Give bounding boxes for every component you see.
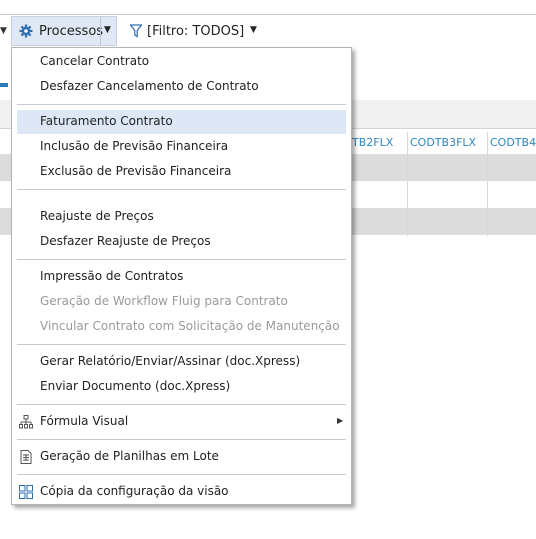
funnel-icon xyxy=(130,24,142,38)
top-strip xyxy=(0,0,536,15)
menu-item-inclusao-previsao[interactable]: Inclusão de Previsão Financeira xyxy=(17,135,346,159)
accent-mark xyxy=(0,83,8,87)
menu-item-formula-visual[interactable]: Fórmula Visual ▶ xyxy=(17,410,346,434)
menu-item-label: Gerar Relatório/Enviar/Assinar (doc.Xpre… xyxy=(40,354,301,368)
menu-item-label: Inclusão de Previsão Financeira xyxy=(40,139,229,153)
menu-item-desfazer-reajuste[interactable]: Desfazer Reajuste de Preços xyxy=(17,230,346,254)
menu-separator xyxy=(17,189,346,190)
menu-item-gerar-relatorio[interactable]: Gerar Relatório/Enviar/Assinar (doc.Xpre… xyxy=(17,350,346,374)
menu-item-enviar-documento[interactable]: Enviar Documento (doc.Xpress) xyxy=(17,375,346,399)
menu-item-faturamento-contrato[interactable]: Faturamento Contrato xyxy=(17,110,346,134)
menu-item-desfazer-cancelamento[interactable]: Desfazer Cancelamento de Contrato xyxy=(17,75,346,99)
menu-item-label: Faturamento Contrato xyxy=(40,114,173,128)
processos-menu: Cancelar Contrato Desfazer Cancelamento … xyxy=(11,47,352,505)
menu-item-label: Desfazer Reajuste de Preços xyxy=(40,234,211,248)
menu-item-copia-configuracao[interactable]: Cópia da configuração da visão xyxy=(17,480,346,504)
menu-item-label: Desfazer Cancelamento de Contrato xyxy=(40,79,259,93)
menu-separator xyxy=(17,104,346,105)
grid-copy-icon xyxy=(19,485,33,499)
menu-item-exclusao-previsao[interactable]: Exclusão de Previsão Financeira xyxy=(17,160,346,184)
menu-item-label: Impressão de Contratos xyxy=(40,269,184,283)
menu-separator xyxy=(17,404,346,405)
menu-item-label: Geração de Planilhas em Lote xyxy=(40,449,219,463)
filter-label: [Filtro: TODOS] xyxy=(147,24,245,39)
processos-button[interactable]: Processos ▼ xyxy=(11,16,117,46)
gear-icon xyxy=(19,24,33,38)
processos-label: Processos xyxy=(39,24,104,39)
menu-item-label: Reajuste de Preços xyxy=(40,209,154,223)
menu-item-label: Exclusão de Previsão Financeira xyxy=(40,164,232,178)
menu-item-label: Geração de Workflow Fluig para Contrato xyxy=(40,294,288,308)
column-header[interactable]: TB2FLX xyxy=(352,132,393,154)
grid-divider xyxy=(487,132,488,236)
org-chart-icon xyxy=(19,415,33,429)
menu-separator xyxy=(17,474,346,475)
menu-item-label: Cancelar Contrato xyxy=(40,54,150,68)
menu-item-vincular-solicitacao: Vincular Contrato com Solicitação de Man… xyxy=(17,315,346,339)
grid-divider xyxy=(407,132,408,236)
menu-item-impressao-contratos[interactable]: Impressão de Contratos xyxy=(17,265,346,289)
menu-item-reajuste-precos[interactable]: Reajuste de Preços xyxy=(17,205,346,229)
menu-item-geracao-planilhas[interactable]: Geração de Planilhas em Lote xyxy=(17,445,346,469)
menu-separator xyxy=(17,439,346,440)
chevron-down-icon[interactable]: ▼ xyxy=(104,25,111,35)
chevron-down-icon[interactable]: ▼ xyxy=(250,25,257,35)
spreadsheet-icon xyxy=(20,450,32,464)
menu-item-label: Enviar Documento (doc.Xpress) xyxy=(40,379,231,393)
menu-item-cancelar-contrato[interactable]: Cancelar Contrato xyxy=(17,50,346,74)
chevron-down-icon[interactable]: ▼ xyxy=(0,26,10,36)
menu-item-workflow-fluig: Geração de Workflow Fluig para Contrato xyxy=(17,290,346,314)
column-header[interactable]: CODTB4F xyxy=(490,132,536,154)
submenu-arrow-icon: ▶ xyxy=(337,416,344,425)
split-divider xyxy=(100,17,101,45)
menu-item-label: Cópia da configuração da visão xyxy=(40,484,229,498)
menu-item-label: Fórmula Visual xyxy=(40,414,129,428)
column-header[interactable]: CODTB3FLX xyxy=(410,132,476,154)
menu-separator xyxy=(17,344,346,345)
menu-item-label: Vincular Contrato com Solicitação de Man… xyxy=(40,319,340,333)
filter-button[interactable]: [Filtro: TODOS] ▼ xyxy=(126,16,266,46)
toolbar: ▼ Processos ▼ [Filtro: TODOS] ▼ xyxy=(0,15,536,48)
menu-separator xyxy=(17,259,346,260)
